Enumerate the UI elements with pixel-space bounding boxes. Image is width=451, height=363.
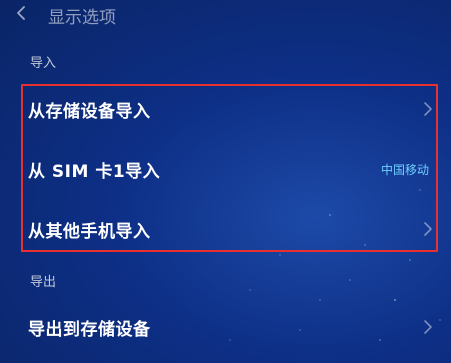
import-options-highlight-box: [21, 84, 438, 252]
page-title: 显示选项: [48, 8, 116, 28]
export-to-storage-label: 导出到存储设备: [28, 319, 151, 340]
chevron-right-icon: [423, 319, 433, 335]
back-arrow-icon[interactable]: [10, 2, 32, 24]
export-to-storage-item[interactable]: 导出到存储设备: [28, 305, 433, 349]
export-section-heading: 导出: [30, 275, 57, 290]
top-bar: 显示选项: [0, 0, 451, 30]
import-section-heading: 导入: [30, 56, 57, 71]
